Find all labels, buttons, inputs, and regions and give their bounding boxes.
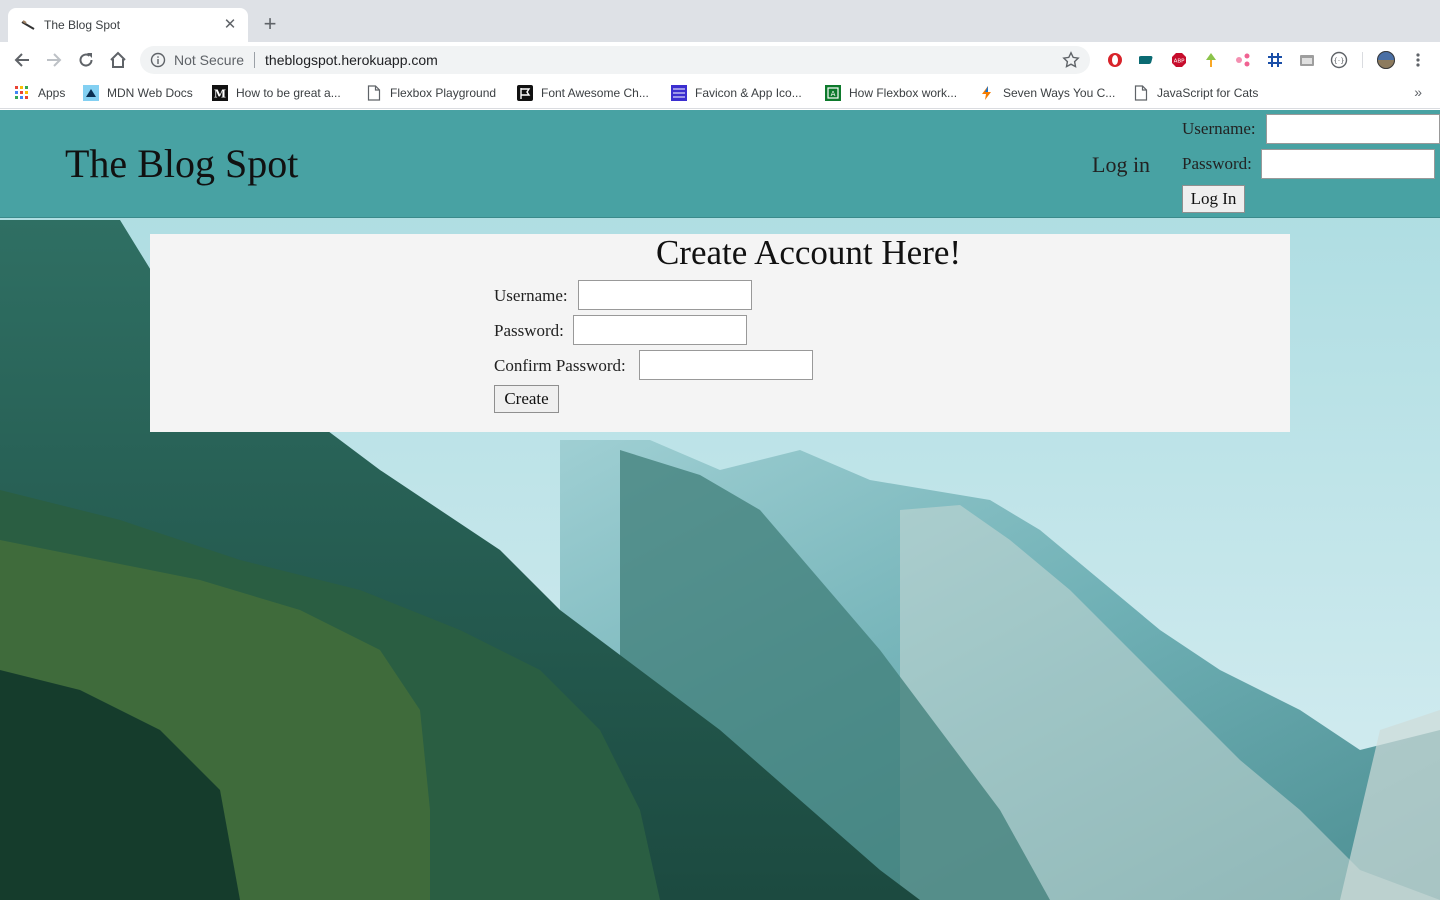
toolbar-divider bbox=[1362, 52, 1363, 68]
bookmark-label: How Flexbox work... bbox=[849, 86, 958, 100]
favicon-icon bbox=[671, 85, 687, 101]
bookmark-javascript-cats[interactable]: JavaScript for Cats bbox=[1133, 83, 1258, 103]
bookmark-label: Seven Ways You C... bbox=[1003, 86, 1116, 100]
browser-toolbar: Not Secure theblogspot.herokuapp.com ABP… bbox=[0, 42, 1440, 78]
header-password-input[interactable] bbox=[1261, 149, 1435, 179]
bookmarks-overflow-icon[interactable]: » bbox=[1414, 84, 1422, 100]
svg-text:A: A bbox=[831, 90, 836, 98]
teal-extension-icon[interactable] bbox=[1138, 51, 1156, 69]
signup-username-input[interactable] bbox=[578, 280, 752, 310]
svg-text:ABP: ABP bbox=[1174, 59, 1186, 65]
home-icon[interactable] bbox=[106, 48, 130, 72]
site-header: The Blog Spot Log in Username: Password:… bbox=[0, 110, 1440, 218]
signup-username-label: Username: bbox=[494, 286, 568, 305]
share-extension-icon[interactable] bbox=[1234, 51, 1252, 69]
omnibox-divider bbox=[254, 52, 256, 68]
forward-icon[interactable] bbox=[42, 48, 66, 72]
bookmark-favicon-generator[interactable]: Favicon & App Ico... bbox=[671, 83, 802, 103]
bookmark-apps[interactable]: Apps bbox=[14, 83, 65, 103]
browser-tab[interactable]: The Blog Spot ✕ bbox=[8, 8, 248, 42]
grid-extension-icon[interactable] bbox=[1266, 51, 1284, 69]
pin-extension-icon[interactable] bbox=[1202, 51, 1220, 69]
signup-password-label: Password: bbox=[494, 321, 564, 340]
bookmark-star-icon[interactable] bbox=[1062, 51, 1080, 69]
signup-confirm-input[interactable] bbox=[639, 350, 813, 380]
page-icon bbox=[1133, 85, 1149, 101]
page-icon bbox=[366, 85, 382, 101]
security-label: Not Secure bbox=[174, 52, 245, 68]
bookmark-label: Font Awesome Ch... bbox=[541, 86, 649, 100]
url-text[interactable]: theblogspot.herokuapp.com bbox=[265, 52, 1062, 68]
flexbox-icon: A bbox=[825, 85, 841, 101]
bookmark-font-awesome[interactable]: Font Awesome Ch... bbox=[517, 83, 649, 103]
tab-title: The Blog Spot bbox=[44, 18, 121, 32]
info-icon[interactable] bbox=[150, 52, 166, 68]
adblock-extension-icon[interactable]: ABP bbox=[1170, 51, 1188, 69]
bookmark-flexbox-playground[interactable]: Flexbox Playground bbox=[366, 83, 496, 103]
bolt-icon bbox=[979, 85, 995, 101]
header-login-button[interactable]: Log In bbox=[1182, 185, 1245, 213]
back-icon[interactable] bbox=[10, 48, 34, 72]
profile-avatar-icon[interactable] bbox=[1377, 51, 1395, 69]
signup-confirm-label: Confirm Password: bbox=[494, 356, 626, 375]
apps-grid-icon bbox=[14, 85, 30, 101]
address-bar[interactable]: Not Secure theblogspot.herokuapp.com bbox=[140, 46, 1090, 74]
bookmark-medium[interactable]: M How to be great a... bbox=[212, 83, 341, 103]
create-account-card: Create Account Here! Username: Password:… bbox=[150, 234, 1290, 432]
mdn-icon bbox=[83, 85, 99, 101]
new-tab-icon[interactable]: + bbox=[259, 13, 281, 35]
login-link[interactable]: Log in bbox=[1092, 152, 1150, 178]
bookmark-flexbox-works[interactable]: A How Flexbox work... bbox=[825, 83, 957, 103]
bookmark-mdn[interactable]: MDN Web Docs bbox=[83, 83, 193, 103]
site-favicon-icon bbox=[21, 20, 35, 30]
bookmark-seven-ways[interactable]: Seven Ways You C... bbox=[979, 83, 1115, 103]
create-button[interactable]: Create bbox=[494, 385, 559, 413]
bookmark-label: Flexbox Playground bbox=[390, 86, 497, 100]
bookmark-label: MDN Web Docs bbox=[107, 86, 193, 100]
header-username-input[interactable] bbox=[1266, 114, 1440, 144]
dev-extension-icon[interactable]: {·} bbox=[1330, 51, 1348, 69]
window-extension-icon[interactable] bbox=[1298, 51, 1316, 69]
signup-password-input[interactable] bbox=[573, 315, 747, 345]
header-password-label: Password: bbox=[1182, 154, 1252, 173]
menu-kebab-icon[interactable] bbox=[1409, 51, 1427, 69]
svg-text:M: M bbox=[214, 88, 226, 101]
reload-icon[interactable] bbox=[74, 48, 98, 72]
bookmark-label: Apps bbox=[38, 86, 66, 100]
mountain-background-image bbox=[0, 110, 1440, 900]
bookmarks-bar: Apps MDN Web Docs M How to be great a...… bbox=[0, 78, 1440, 109]
flag-icon bbox=[517, 85, 533, 101]
medium-icon: M bbox=[212, 85, 228, 101]
header-username-label: Username: bbox=[1182, 119, 1256, 138]
tab-close-icon[interactable]: ✕ bbox=[222, 17, 238, 33]
opera-extension-icon[interactable] bbox=[1106, 51, 1124, 69]
create-account-title: Create Account Here! bbox=[655, 233, 962, 272]
site-title[interactable]: The Blog Spot bbox=[65, 140, 298, 187]
bookmark-label: How to be great a... bbox=[236, 86, 341, 100]
page-viewport: The Blog Spot Log in Username: Password:… bbox=[0, 110, 1440, 900]
bookmark-label: Favicon & App Ico... bbox=[695, 86, 802, 100]
tab-strip: The Blog Spot ✕ + bbox=[0, 0, 1440, 42]
bookmark-label: JavaScript for Cats bbox=[1157, 86, 1259, 100]
svg-text:{·}: {·} bbox=[1333, 57, 1344, 65]
